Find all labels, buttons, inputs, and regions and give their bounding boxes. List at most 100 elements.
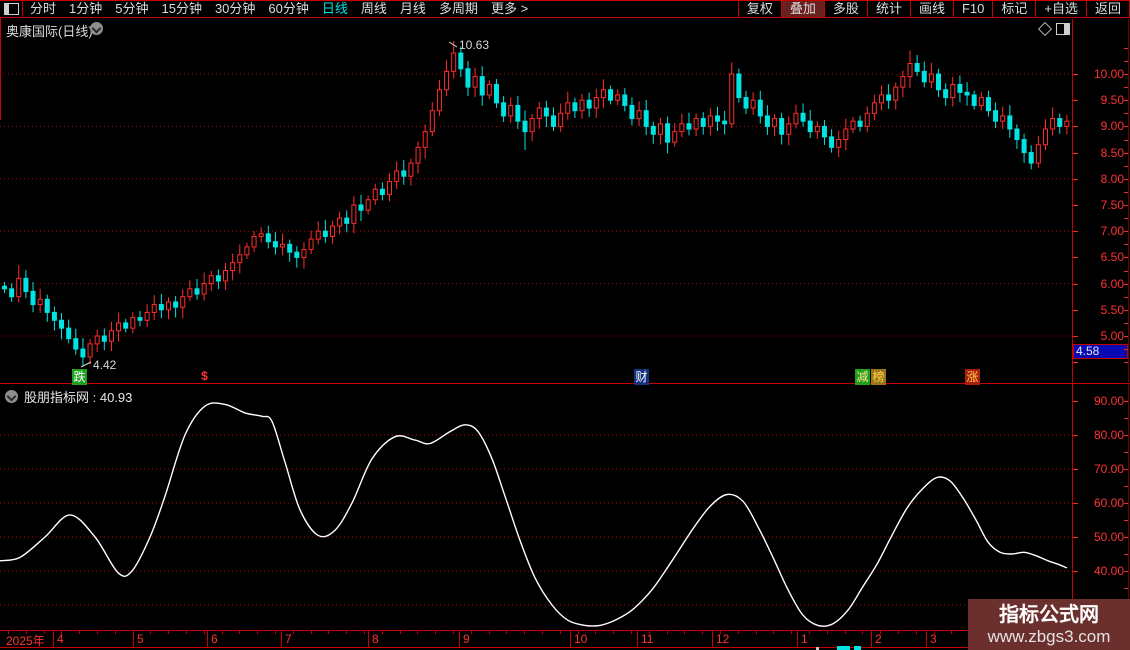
month-label: 10	[574, 632, 587, 646]
tick-mark	[1124, 271, 1128, 272]
price-axis-label: 10.00	[1076, 67, 1124, 81]
tick-mark	[791, 631, 792, 634]
month-label: 2	[875, 632, 882, 646]
tick-mark	[1073, 310, 1078, 311]
tick-mark	[1124, 192, 1128, 193]
indicator-axis-label: 50.00	[1076, 530, 1124, 544]
marker-bang[interactable]: 榜	[871, 369, 886, 385]
tick-mark	[809, 631, 810, 634]
price-axis-label: 8.00	[1076, 172, 1124, 186]
axis-border-right	[1128, 19, 1129, 630]
month-separator	[459, 631, 460, 647]
watermark-box: 指标公式网 www.zbgs3.com	[968, 599, 1130, 650]
tick-mark	[1124, 113, 1128, 114]
tick-mark	[346, 631, 347, 634]
tick-mark	[204, 631, 205, 634]
tick-mark	[115, 631, 116, 634]
tick-mark	[1124, 435, 1128, 436]
month-label: 12	[716, 632, 729, 646]
tick-mark	[293, 631, 294, 634]
tick-mark	[1124, 323, 1128, 324]
tick-mark	[1124, 349, 1128, 350]
marker-jian[interactable]: 减	[855, 369, 870, 385]
tick-mark	[1124, 401, 1128, 402]
indicator-value: 40.93	[100, 390, 133, 405]
tick-mark	[417, 631, 418, 634]
indicator-chart[interactable]	[0, 384, 1072, 630]
tick-mark	[364, 631, 365, 634]
tick-mark	[435, 631, 436, 634]
month-separator	[570, 631, 571, 647]
tick-mark	[79, 631, 80, 634]
price-axis-label: 8.50	[1076, 146, 1124, 160]
month-label: 7	[285, 632, 292, 646]
tick-mark	[1124, 61, 1128, 62]
marker-die[interactable]: 跌	[72, 369, 87, 385]
tick-mark	[44, 631, 45, 634]
tick-mark	[1073, 257, 1078, 258]
tick-mark	[738, 631, 739, 634]
month-label: 6	[211, 632, 218, 646]
app-window: 分时 1分钟 5分钟 15分钟 30分钟 60分钟 日线 周线 月线 多周期 更…	[0, 0, 1130, 650]
tick-mark	[400, 631, 401, 634]
tick-mark	[1124, 297, 1128, 298]
watermark-title: 指标公式网	[999, 603, 1099, 627]
tick-mark	[1124, 87, 1128, 88]
price-axis-label: 7.50	[1076, 198, 1124, 212]
kline-chart[interactable]	[0, 0, 1072, 384]
tick-mark	[1124, 231, 1128, 232]
tick-mark	[524, 631, 525, 634]
tick-mark	[684, 631, 685, 634]
watermark-url: www.zbgs3.com	[988, 627, 1111, 647]
indicator-axis-label: 60.00	[1076, 496, 1124, 510]
tick-mark	[1073, 537, 1078, 538]
partial-row-fragment	[854, 646, 861, 650]
marker-zhang[interactable]: 涨	[965, 369, 980, 385]
tick-mark	[1124, 244, 1128, 245]
tick-mark	[631, 631, 632, 634]
partial-row-fragment	[837, 646, 850, 650]
tick-mark	[26, 631, 27, 634]
marker-dollar[interactable]: $	[197, 368, 212, 384]
month-separator	[368, 631, 369, 647]
tick-mark	[951, 631, 952, 634]
chevron-down-icon[interactable]	[5, 390, 18, 403]
tick-mark	[239, 631, 240, 634]
tick-mark	[1073, 100, 1078, 101]
price-axis-label: 5.00	[1076, 329, 1124, 343]
indicator-axis-label: 90.00	[1076, 394, 1124, 408]
tick-mark	[1073, 503, 1078, 504]
month-separator	[712, 631, 713, 647]
tick-mark	[1073, 284, 1078, 285]
tick-mark	[1124, 469, 1128, 470]
tick-mark	[382, 631, 383, 634]
tick-mark	[257, 631, 258, 634]
panel-separator	[0, 383, 1130, 384]
month-label: 11	[641, 632, 653, 646]
tick-mark	[1073, 362, 1078, 363]
month-separator	[637, 631, 638, 647]
tick-mark	[773, 631, 774, 634]
tick-mark	[1124, 588, 1128, 589]
month-label: 4	[57, 632, 64, 646]
tick-mark	[827, 631, 828, 634]
tick-mark	[186, 631, 187, 634]
tick-mark	[880, 631, 881, 634]
tick-mark	[8, 631, 9, 634]
tick-mark	[1124, 153, 1128, 154]
tick-mark	[1124, 140, 1128, 141]
tick-mark	[1124, 74, 1128, 75]
month-label: 1	[801, 632, 808, 646]
tick-mark	[1124, 166, 1128, 167]
tick-mark	[1124, 179, 1128, 180]
indicator-axis-label: 70.00	[1076, 462, 1124, 476]
tick-mark	[275, 631, 276, 634]
indicator-name-value: 股朋指标网 : 40.93	[24, 387, 132, 406]
tick-mark	[1124, 218, 1128, 219]
month-label: 3	[930, 632, 937, 646]
price-annotation: 4.42	[93, 358, 116, 372]
marker-cai[interactable]: 财	[634, 369, 649, 385]
btn-back[interactable]: 返回	[1087, 1, 1130, 17]
tick-mark	[916, 631, 917, 634]
tick-mark	[1124, 520, 1128, 521]
